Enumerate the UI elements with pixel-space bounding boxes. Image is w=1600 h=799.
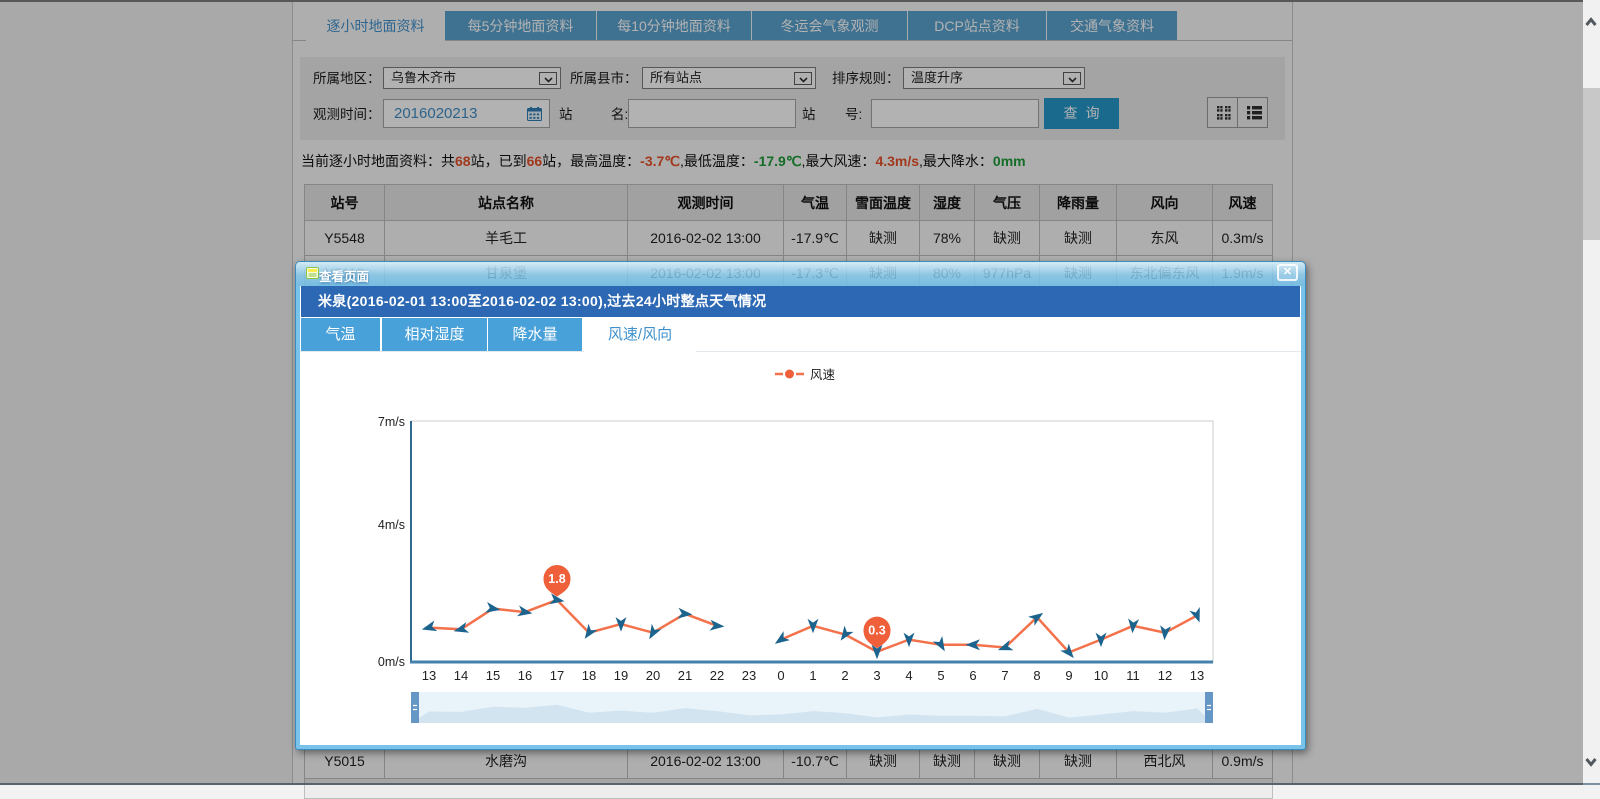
svg-text:7: 7 <box>1001 668 1008 683</box>
svg-text:0.3: 0.3 <box>868 624 885 638</box>
svg-text:10: 10 <box>1094 668 1108 683</box>
svg-text:4m/s: 4m/s <box>378 518 405 532</box>
svg-text:12: 12 <box>1158 668 1172 683</box>
svg-text:1.8: 1.8 <box>548 572 565 586</box>
svg-text:20: 20 <box>646 668 660 683</box>
svg-text:23: 23 <box>742 668 756 683</box>
svg-text:15: 15 <box>486 668 500 683</box>
svg-text:11: 11 <box>1126 668 1140 683</box>
svg-text:17: 17 <box>550 668 564 683</box>
svg-text:18: 18 <box>582 668 596 683</box>
svg-text:0m/s: 0m/s <box>378 655 405 669</box>
svg-text:13: 13 <box>1190 668 1204 683</box>
svg-text:19: 19 <box>614 668 628 683</box>
svg-text:14: 14 <box>454 668 468 683</box>
svg-text:6: 6 <box>969 668 976 683</box>
svg-text:9: 9 <box>1065 668 1072 683</box>
svg-text:1: 1 <box>809 668 816 683</box>
svg-text:22: 22 <box>710 668 724 683</box>
svg-text:0: 0 <box>777 668 784 683</box>
svg-text:7m/s: 7m/s <box>378 415 405 429</box>
svg-text:8: 8 <box>1033 668 1040 683</box>
svg-text:4: 4 <box>905 668 912 683</box>
svg-text:2: 2 <box>841 668 848 683</box>
svg-text:16: 16 <box>518 668 532 683</box>
svg-text:21: 21 <box>678 668 692 683</box>
svg-text:5: 5 <box>937 668 944 683</box>
svg-text:13: 13 <box>422 668 436 683</box>
svg-text:风速: 风速 <box>810 368 836 382</box>
svg-text:3: 3 <box>873 668 880 683</box>
